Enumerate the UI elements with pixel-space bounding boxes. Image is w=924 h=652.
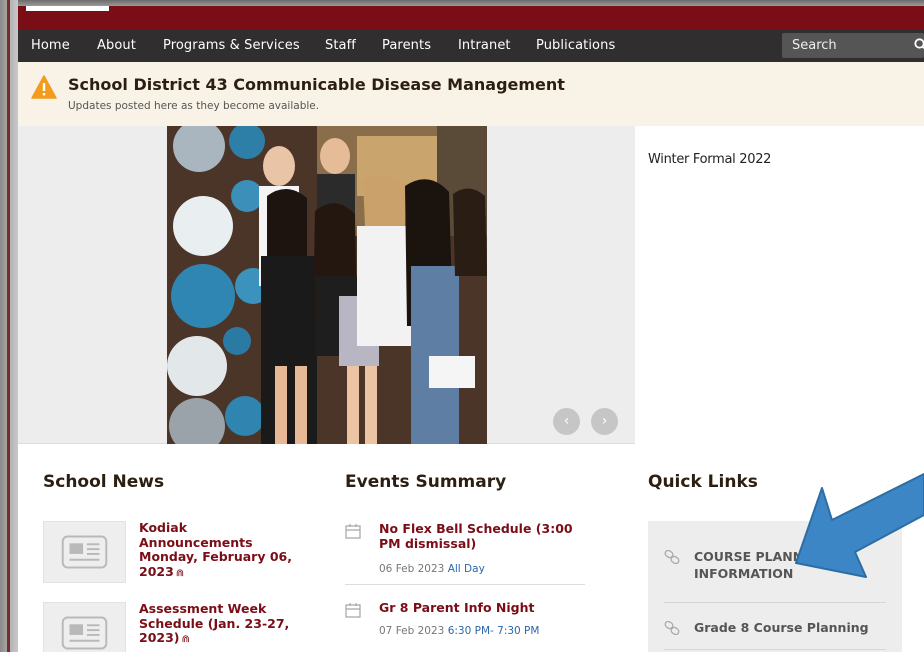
warning-icon: [31, 75, 57, 99]
photo-slider: Winter Formal 2022 ‹ ›: [18, 126, 924, 444]
quick-link-label[interactable]: COURSE PLANNI INFORMATION: [694, 548, 808, 582]
search-input[interactable]: [782, 33, 902, 58]
event-item[interactable]: No Flex Bell Schedule (3:00 PM dismissal…: [345, 521, 588, 591]
top-banner: [18, 6, 924, 29]
divider: [664, 602, 886, 603]
nav-about[interactable]: About: [97, 29, 136, 62]
search-icon[interactable]: [914, 38, 924, 52]
events-summary-heading: Events Summary: [345, 472, 507, 492]
quick-links-heading: Quick Links: [648, 472, 758, 492]
news-thumbnail-icon: [43, 602, 126, 652]
news-title[interactable]: Kodiak Announcements Monday, February 06…: [139, 520, 304, 581]
calendar-icon: [345, 603, 361, 618]
paperclip-icon: ⋒: [175, 567, 185, 579]
event-meta: 07 Feb 2023 6:30 PM- 7:30 PM: [379, 625, 539, 637]
event-date: 06 Feb 2023: [379, 563, 445, 575]
school-news-heading: School News: [43, 472, 165, 492]
event-meta: 06 Feb 2023 All Day: [379, 563, 485, 575]
quick-link-grade-8-course-planning[interactable]: Grade 8 Course Planning: [664, 619, 886, 639]
nav-intranet[interactable]: Intranet: [458, 29, 511, 62]
link-icon: [664, 550, 680, 564]
quick-link-label[interactable]: Grade 8 Course Planning: [694, 619, 869, 636]
slide-caption: Winter Formal 2022: [648, 152, 772, 167]
chevron-right-icon[interactable]: ›: [591, 408, 618, 435]
event-time: All Day: [447, 563, 485, 575]
window-frame-left: [0, 0, 18, 652]
event-date: 07 Feb 2023: [379, 625, 445, 637]
quick-links-panel: COURSE PLANNI INFORMATION Grade 8 Course …: [648, 521, 902, 652]
nav-staff[interactable]: Staff: [325, 29, 356, 62]
alert-title[interactable]: School District 43 Communicable Disease …: [68, 75, 565, 94]
disease-management-alert[interactable]: School District 43 Communicable Disease …: [18, 62, 924, 126]
paperclip-icon: ⋒: [181, 634, 190, 645]
quick-link-course-planning-info[interactable]: COURSE PLANNI INFORMATION: [664, 548, 886, 588]
event-time: 6:30 PM- 7:30 PM: [447, 625, 540, 637]
search-box: [782, 33, 924, 58]
divider: [345, 584, 585, 585]
logo-tab[interactable]: [26, 6, 109, 11]
caption-panel: Winter Formal 2022: [635, 126, 924, 444]
news-thumbnail-icon: [43, 521, 126, 583]
event-item[interactable]: Gr 8 Parent Info Night 07 Feb 2023 6:30 …: [345, 600, 588, 650]
link-icon: [664, 621, 680, 635]
main-navigation: Home About Programs & Services Staff Par…: [18, 29, 924, 62]
news-title[interactable]: Assessment Week Schedule (Jan. 23-27, 20…: [139, 601, 304, 648]
calendar-icon: [345, 524, 361, 539]
event-title[interactable]: No Flex Bell Schedule (3:00 PM dismissal…: [379, 521, 588, 551]
nav-publications[interactable]: Publications: [536, 29, 615, 62]
divider: [664, 649, 886, 650]
chevron-left-icon[interactable]: ‹: [553, 408, 580, 435]
event-title[interactable]: Gr 8 Parent Info Night: [379, 600, 588, 615]
school-website: Home About Programs & Services Staff Par…: [18, 6, 924, 652]
alert-subtitle: Updates posted here as they become avail…: [68, 100, 320, 112]
nav-parents[interactable]: Parents: [382, 29, 431, 62]
nav-home[interactable]: Home: [31, 29, 70, 62]
nav-programs-services[interactable]: Programs & Services: [163, 29, 300, 62]
slide-photo: [167, 126, 487, 444]
